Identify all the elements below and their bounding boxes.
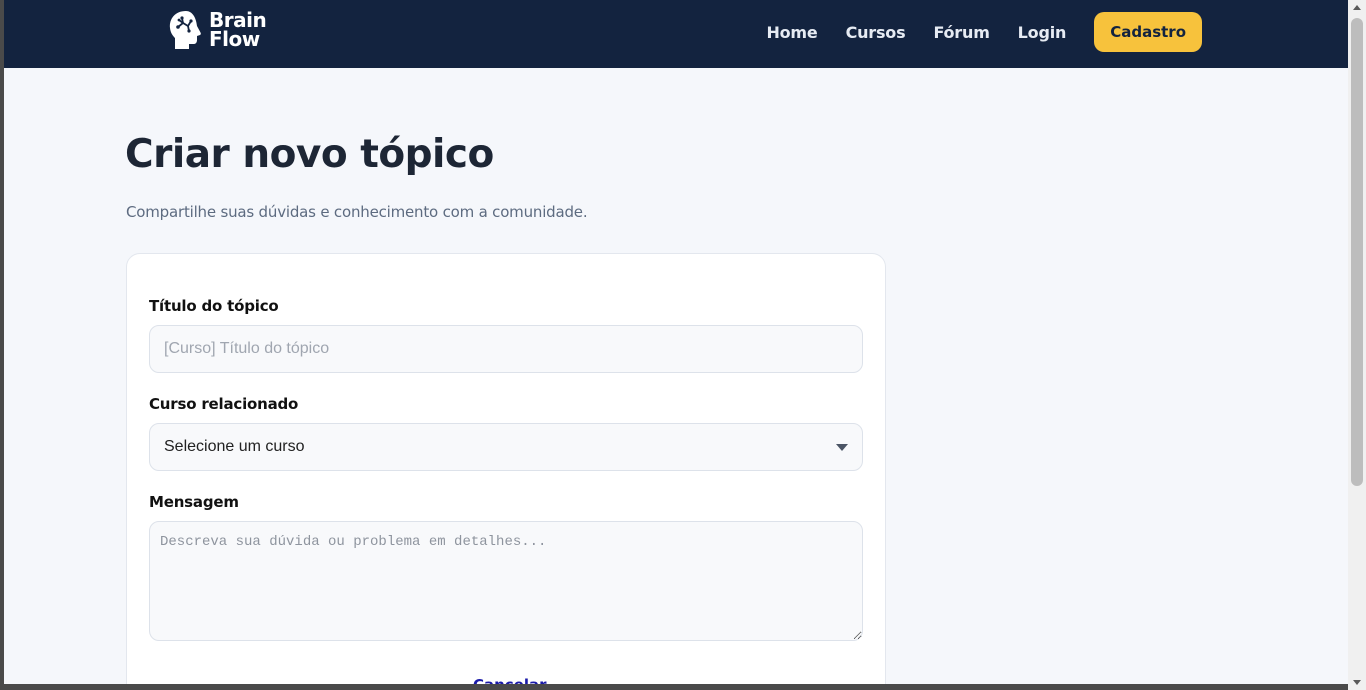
browser-viewport: Brain Flow Home Cursos Fórum Login Cadas… (4, 0, 1348, 684)
message-textarea[interactable] (149, 521, 863, 641)
nav-link-login[interactable]: Login (1018, 23, 1067, 42)
page-scrollbar[interactable] (1348, 0, 1366, 690)
message-label: Mensagem (149, 493, 239, 511)
nav-link-forum[interactable]: Fórum (933, 23, 989, 42)
brain-head-icon (169, 11, 201, 49)
scrollbar-thumb[interactable] (1351, 18, 1363, 486)
brand-logo[interactable]: Brain Flow (167, 8, 267, 52)
page-title: Criar novo tópico (125, 132, 494, 177)
nav-link-cursos[interactable]: Cursos (846, 23, 906, 42)
scroll-up-arrow-icon[interactable] (1353, 5, 1361, 10)
course-select[interactable]: Selecione um curso (149, 423, 863, 471)
signup-button[interactable]: Cadastro (1094, 12, 1202, 52)
course-select-value: Selecione um curso (164, 438, 305, 455)
nav-link-home[interactable]: Home (766, 23, 817, 42)
navbar: Brain Flow Home Cursos Fórum Login Cadas… (4, 0, 1348, 68)
cancel-link[interactable]: Cancelar (473, 676, 547, 684)
scroll-down-arrow-icon[interactable] (1353, 680, 1361, 685)
chevron-down-icon (836, 444, 848, 451)
page-subtitle: Compartilhe suas dúvidas e conhecimento … (126, 203, 588, 221)
brand-name: Brain Flow (209, 10, 267, 51)
course-label: Curso relacionado (149, 395, 299, 413)
new-topic-form: Título do tópico Curso relacionado Selec… (126, 253, 886, 684)
brand-name-line2: Flow (209, 27, 260, 51)
topic-title-label: Título do tópico (149, 297, 279, 315)
topic-title-input[interactable] (149, 325, 863, 373)
main-nav: Home Cursos Fórum Login Cadastro (766, 12, 1202, 52)
